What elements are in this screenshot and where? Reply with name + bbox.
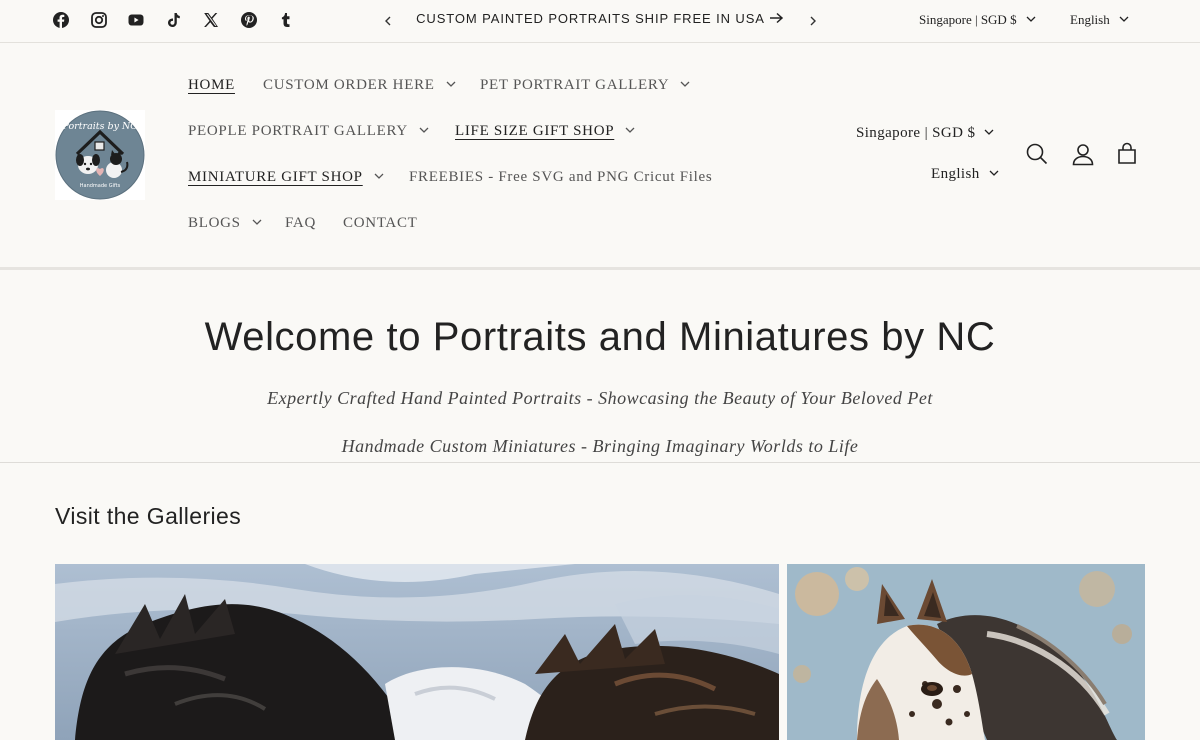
pinterest-icon[interactable]: [240, 12, 257, 28]
arrow-right-icon: [769, 12, 783, 24]
search-icon[interactable]: [1024, 141, 1050, 167]
tiktok-icon[interactable]: [166, 12, 182, 28]
social-links: [53, 12, 316, 28]
site-header: Portraits by NC Handmade Gifts HOME CUST…: [0, 43, 1200, 270]
nav-custom-order[interactable]: CUSTOM ORDER HERE: [263, 77, 456, 94]
nav-home-label: HOME: [188, 77, 235, 93]
chevron-down-icon: [1119, 16, 1129, 23]
cart-icon[interactable]: [1114, 141, 1140, 167]
nav-faq[interactable]: FAQ: [285, 215, 316, 232]
nav-freebies-label: FREEBIES - Free SVG and PNG Cricut Files: [409, 169, 713, 185]
nav-home[interactable]: HOME: [188, 77, 235, 94]
nav-life-size-gift-shop-label: LIFE SIZE GIFT SHOP: [455, 123, 615, 139]
painted-horse-image: [787, 564, 1145, 740]
announcement-message: CUSTOM PAINTED PORTRAITS SHIP FREE IN US…: [416, 11, 765, 26]
nav-blogs[interactable]: BLOGS: [188, 215, 262, 232]
nav-pet-portrait-gallery-label: PET PORTRAIT GALLERY: [480, 77, 670, 93]
youtube-icon[interactable]: [128, 12, 144, 28]
top-language-label: English: [1070, 12, 1110, 27]
nav-people-portrait-gallery[interactable]: PEOPLE PORTRAIT GALLERY: [188, 123, 429, 140]
nav-blogs-label: BLOGS: [188, 215, 241, 231]
top-country-selector[interactable]: Singapore | SGD $: [919, 12, 1036, 28]
galleries-heading: Visit the Galleries: [55, 503, 242, 529]
logo-subtext: Handmade Gifts: [80, 183, 121, 189]
header-language-selector[interactable]: English: [931, 166, 999, 183]
chevron-down-icon: [984, 129, 994, 136]
chevron-down-icon: [989, 170, 999, 177]
chevron-down-icon: [374, 173, 384, 180]
header-country-label: Singapore | SGD $: [856, 125, 976, 141]
header-language-label: English: [931, 166, 980, 182]
nav-miniature-gift-shop-label: MINIATURE GIFT SHOP: [188, 169, 363, 185]
main-nav: HOME CUSTOM ORDER HERE PET PORTRAIT GALL…: [188, 43, 788, 267]
header-country-selector[interactable]: Singapore | SGD $: [856, 125, 994, 142]
nav-pet-portrait-gallery[interactable]: PET PORTRAIT GALLERY: [480, 77, 690, 94]
painted-dog-image: [55, 564, 779, 740]
nav-contact-label: CONTACT: [343, 215, 418, 231]
nav-freebies[interactable]: FREEBIES - Free SVG and PNG Cricut Files: [409, 169, 712, 186]
gallery-card-pet-dog[interactable]: [55, 564, 779, 740]
nav-custom-order-label: CUSTOM ORDER HERE: [263, 77, 435, 93]
site-logo[interactable]: Portraits by NC Handmade Gifts: [55, 110, 145, 200]
announcement-prev-button[interactable]: [380, 11, 396, 31]
chevron-down-icon: [252, 219, 262, 226]
page-title: Welcome to Portraits and Miniatures by N…: [204, 315, 996, 359]
facebook-icon[interactable]: [53, 12, 69, 28]
chevron-down-icon: [1026, 16, 1036, 23]
nav-faq-label: FAQ: [285, 215, 316, 231]
instagram-icon[interactable]: [90, 12, 107, 28]
chevron-down-icon: [625, 127, 635, 134]
gallery-card-pet-horse[interactable]: [787, 564, 1145, 740]
nav-people-portrait-gallery-label: PEOPLE PORTRAIT GALLERY: [188, 123, 408, 139]
chevron-down-icon: [419, 127, 429, 134]
announcement-next-button[interactable]: [805, 11, 821, 31]
top-language-selector[interactable]: English: [1070, 12, 1129, 28]
nav-contact[interactable]: CONTACT: [343, 215, 418, 232]
chevron-down-icon: [680, 81, 690, 88]
announcement-link[interactable]: CUSTOM PAINTED PORTRAITS SHIP FREE IN US…: [410, 11, 790, 26]
tumblr-icon[interactable]: [278, 12, 294, 28]
chevron-down-icon: [446, 81, 456, 88]
hero-subtitle-portraits: Expertly Crafted Hand Painted Portraits …: [267, 388, 933, 408]
welcome-banner: Welcome to Portraits and Miniatures by N…: [0, 270, 1200, 463]
hero-subtitle-miniatures: Handmade Custom Miniatures - Bringing Im…: [341, 436, 859, 456]
account-icon[interactable]: [1070, 141, 1096, 167]
x-icon[interactable]: [203, 12, 219, 28]
announcement-bar: CUSTOM PAINTED PORTRAITS SHIP FREE IN US…: [0, 0, 1200, 43]
nav-life-size-gift-shop[interactable]: LIFE SIZE GIFT SHOP: [455, 123, 635, 140]
nav-miniature-gift-shop[interactable]: MINIATURE GIFT SHOP: [188, 169, 384, 186]
top-country-label: Singapore | SGD $: [919, 12, 1017, 27]
